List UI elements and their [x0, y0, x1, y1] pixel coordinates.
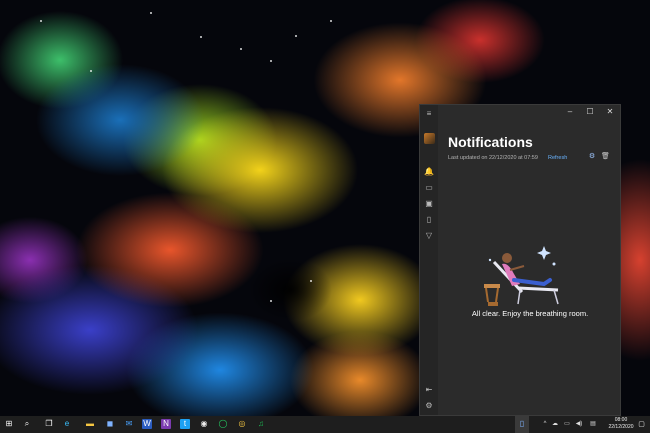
star: [330, 20, 332, 22]
mail-icon[interactable]: ✉: [124, 419, 134, 429]
chevron-up-icon[interactable]: ^: [541, 420, 549, 428]
refresh-link[interactable]: Refresh: [548, 155, 567, 161]
star: [270, 60, 272, 62]
page-title: Notifications: [448, 134, 533, 150]
empty-state-message: All clear. Enjoy the breathing room.: [420, 309, 622, 318]
star: [240, 48, 242, 50]
task-view-icon[interactable]: ❐: [44, 419, 54, 429]
onenote-icon[interactable]: N: [161, 419, 171, 429]
your-phone-taskbar-button[interactable]: ▯: [515, 416, 529, 433]
left-rail: ≡ 🔔 ▭ ▣ ▯ ▽ ⇤ ⚙: [420, 105, 438, 415]
notifications-icon[interactable]: 🔔: [424, 167, 434, 177]
start-button[interactable]: ⊞: [4, 419, 14, 429]
notifications-window: ≡ 🔔 ▭ ▣ ▯ ▽ ⇤ ⚙ – ☐ ✕ Notifications Last…: [419, 104, 621, 416]
store-icon[interactable]: ◼: [105, 419, 115, 429]
your-phone-icon: ▯: [517, 419, 527, 429]
chrome-icon[interactable]: ◎: [237, 419, 247, 429]
star: [270, 300, 272, 302]
apps-icon[interactable]: ▯: [424, 215, 434, 225]
volume-icon[interactable]: ◀): [575, 420, 583, 428]
messages-icon[interactable]: ▭: [424, 183, 434, 193]
word-icon[interactable]: W: [142, 419, 152, 429]
search-icon[interactable]: ⌕: [22, 419, 32, 429]
spotify-icon[interactable]: ♫: [256, 419, 266, 429]
phone-link-icon[interactable]: ◉: [199, 419, 209, 429]
clear-all-icon[interactable]: 🗑: [601, 153, 609, 161]
avatar[interactable]: [424, 133, 435, 144]
taskbar: ⊞ ⌕ ❐ e ▬ ◼ ✉ W N t ◉ ◯ ◎ ♫ ^ ☁ ▭ ◀) ▤ 0…: [0, 416, 650, 433]
twitter-icon[interactable]: t: [180, 419, 190, 429]
star: [295, 35, 297, 37]
close-button[interactable]: ✕: [600, 105, 620, 119]
photos-icon[interactable]: ▣: [424, 199, 434, 209]
menu-icon[interactable]: ≡: [424, 109, 434, 119]
clock[interactable]: 08:00 22/12/2020: [606, 417, 636, 431]
filter-icon[interactable]: ▽: [424, 231, 434, 241]
star: [310, 280, 312, 282]
send-back-icon[interactable]: ⇤: [424, 385, 434, 395]
network-icon[interactable]: ▭: [563, 420, 571, 428]
folder-icon[interactable]: ▬: [85, 419, 95, 429]
minimize-button[interactable]: –: [560, 105, 580, 119]
last-updated-text: Last updated on 22/12/2020 at 07:59: [448, 155, 538, 161]
settings-icon[interactable]: ⚙: [424, 401, 434, 411]
action-center-icon[interactable]: ▢: [637, 420, 646, 429]
notification-settings-icon[interactable]: ⚙: [588, 153, 596, 161]
maximize-button[interactable]: ☐: [580, 105, 600, 119]
star: [200, 36, 202, 38]
star: [40, 20, 42, 22]
cloud-icon[interactable]: ☁: [551, 420, 559, 428]
star: [150, 12, 152, 14]
empty-state-illustration: [474, 240, 569, 310]
clock-date: 22/12/2020: [606, 424, 636, 431]
clock-time: 08:00: [606, 417, 636, 424]
edge-icon[interactable]: e: [62, 419, 72, 429]
language-icon[interactable]: ▤: [589, 420, 597, 428]
window-controls: – ☐ ✕: [560, 105, 620, 119]
sparkle-icon: [489, 246, 556, 266]
star: [90, 70, 92, 72]
whatsapp-icon[interactable]: ◯: [218, 419, 228, 429]
